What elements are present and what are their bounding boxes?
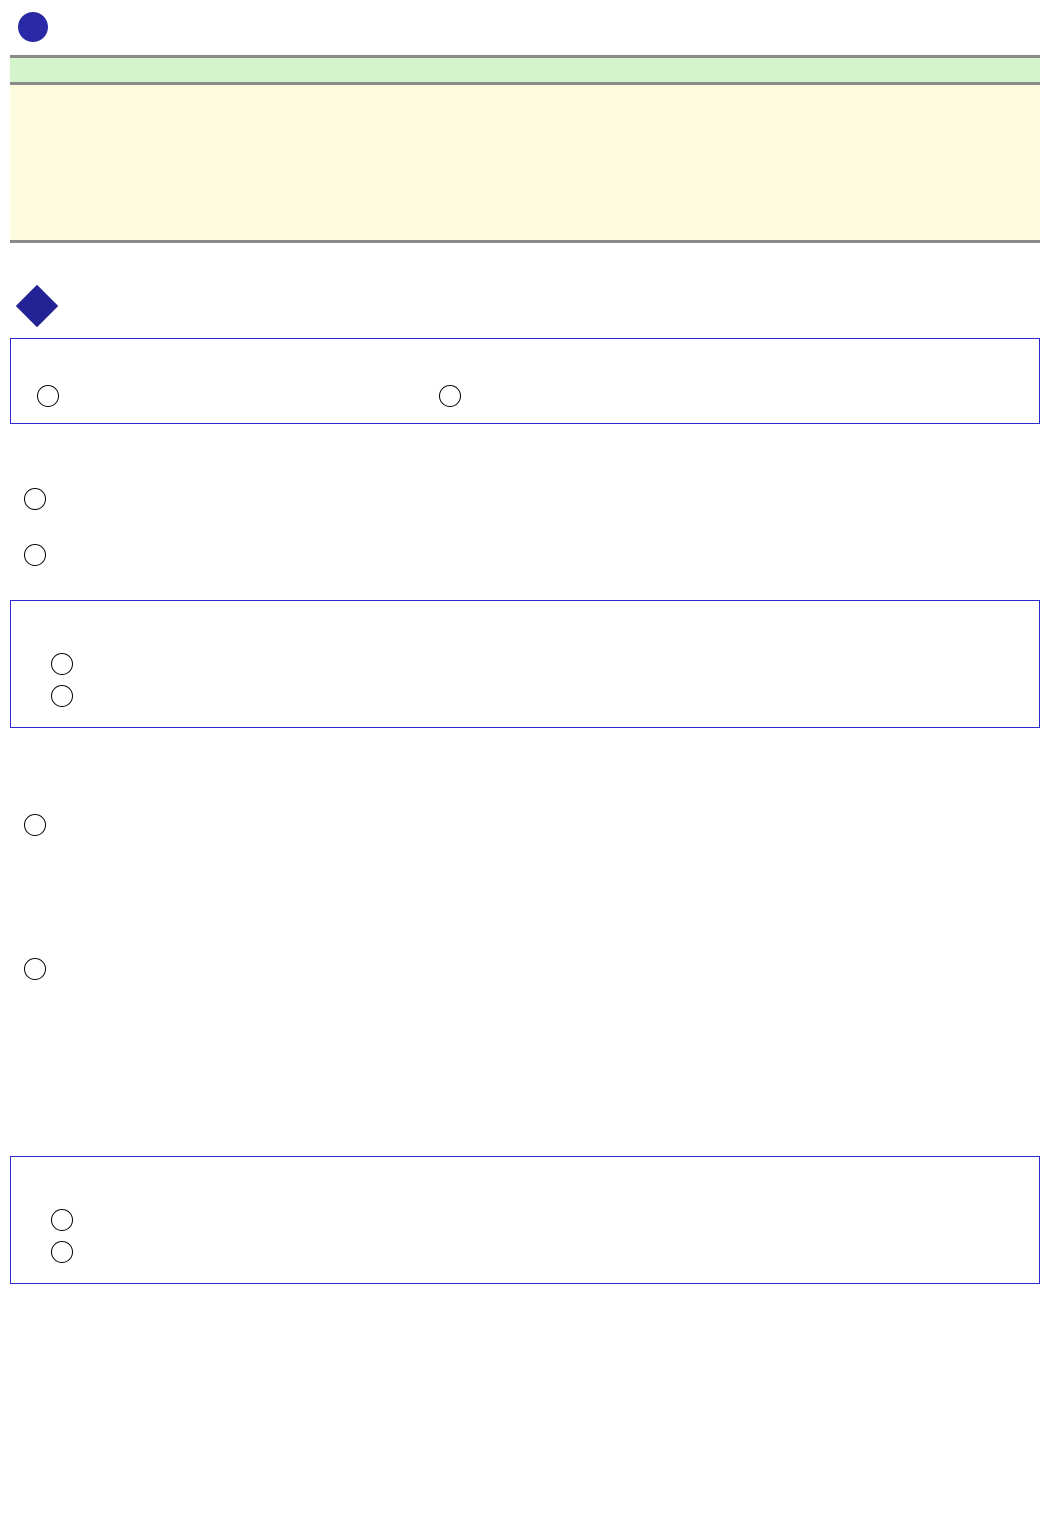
radio-option[interactable] (24, 488, 46, 510)
option-group (439, 385, 461, 407)
section-header-bar (10, 55, 1040, 85)
radio-option[interactable] (24, 958, 46, 980)
option-group (51, 653, 1013, 675)
circle-bullet-icon (18, 12, 48, 42)
question-row (10, 488, 1040, 510)
radio-option[interactable] (24, 544, 46, 566)
question-box-2 (10, 600, 1040, 728)
info-banner (10, 85, 1040, 243)
question-row (10, 544, 1040, 566)
radio-option[interactable] (24, 814, 46, 836)
radio-option[interactable] (51, 1209, 73, 1231)
radio-option[interactable] (51, 685, 73, 707)
radio-option[interactable] (51, 653, 73, 675)
option-group (51, 1209, 1013, 1231)
radio-option[interactable] (37, 385, 59, 407)
diamond-bullet-icon (16, 285, 58, 327)
radio-option[interactable] (51, 1241, 73, 1263)
question-box-3 (10, 1156, 1040, 1284)
question-box-1 (10, 338, 1040, 424)
question-row (10, 958, 1040, 980)
radio-option[interactable] (439, 385, 461, 407)
question-row (10, 814, 1040, 836)
option-group (51, 685, 1013, 707)
option-group (51, 1241, 1013, 1263)
option-group (37, 385, 59, 407)
form-page (0, 0, 1050, 1310)
